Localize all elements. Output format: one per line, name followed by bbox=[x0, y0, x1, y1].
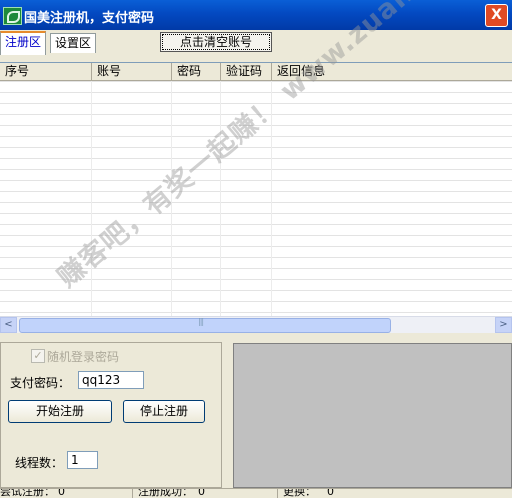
tab-strip: 注册区 设置区 点击清空账号 bbox=[0, 30, 512, 55]
stop-register-button[interactable]: 停止注册 bbox=[123, 400, 205, 423]
log-panel bbox=[233, 343, 512, 488]
pay-password-label: 支付密码： bbox=[10, 376, 71, 390]
tab-settings[interactable]: 设置区 bbox=[50, 33, 97, 53]
column-header-password[interactable]: 密码 bbox=[172, 63, 221, 80]
options-panel: ✓ 随机登录密码 支付密码： qq123 开始注册 停止注册 线程数： 1 bbox=[0, 342, 222, 488]
tab-register[interactable]: 注册区 bbox=[0, 31, 47, 55]
app-icon bbox=[3, 7, 22, 25]
random-login-checkbox[interactable]: ✓ bbox=[31, 349, 45, 363]
clear-accounts-button[interactable]: 点击清空账号 bbox=[160, 32, 272, 52]
threads-input[interactable]: 1 bbox=[67, 451, 98, 469]
scroll-thumb[interactable] bbox=[19, 317, 391, 333]
close-button[interactable]: X bbox=[485, 4, 508, 27]
column-header-account[interactable]: 账号 bbox=[92, 63, 172, 80]
title-bar: 国美注册机，支付密码 X bbox=[0, 0, 512, 30]
scroll-left-button[interactable]: < bbox=[0, 317, 17, 333]
column-header-captcha[interactable]: 验证码 bbox=[221, 63, 272, 80]
scroll-right-button[interactable]: > bbox=[495, 317, 512, 333]
table-header: 序号 账号 密码 验证码 返回信息 bbox=[0, 63, 512, 81]
window-title: 国美注册机，支付密码 bbox=[24, 11, 155, 26]
column-divider bbox=[91, 81, 92, 317]
threads-label: 线程数： bbox=[15, 456, 64, 470]
column-divider bbox=[220, 81, 221, 317]
random-login-label: 随机登录密码 bbox=[47, 350, 120, 364]
column-header-index[interactable]: 序号 bbox=[0, 63, 92, 80]
horizontal-scrollbar[interactable]: < > bbox=[0, 316, 512, 333]
start-register-button[interactable]: 开始注册 bbox=[8, 400, 112, 423]
pay-password-input[interactable]: qq123 bbox=[78, 371, 144, 389]
